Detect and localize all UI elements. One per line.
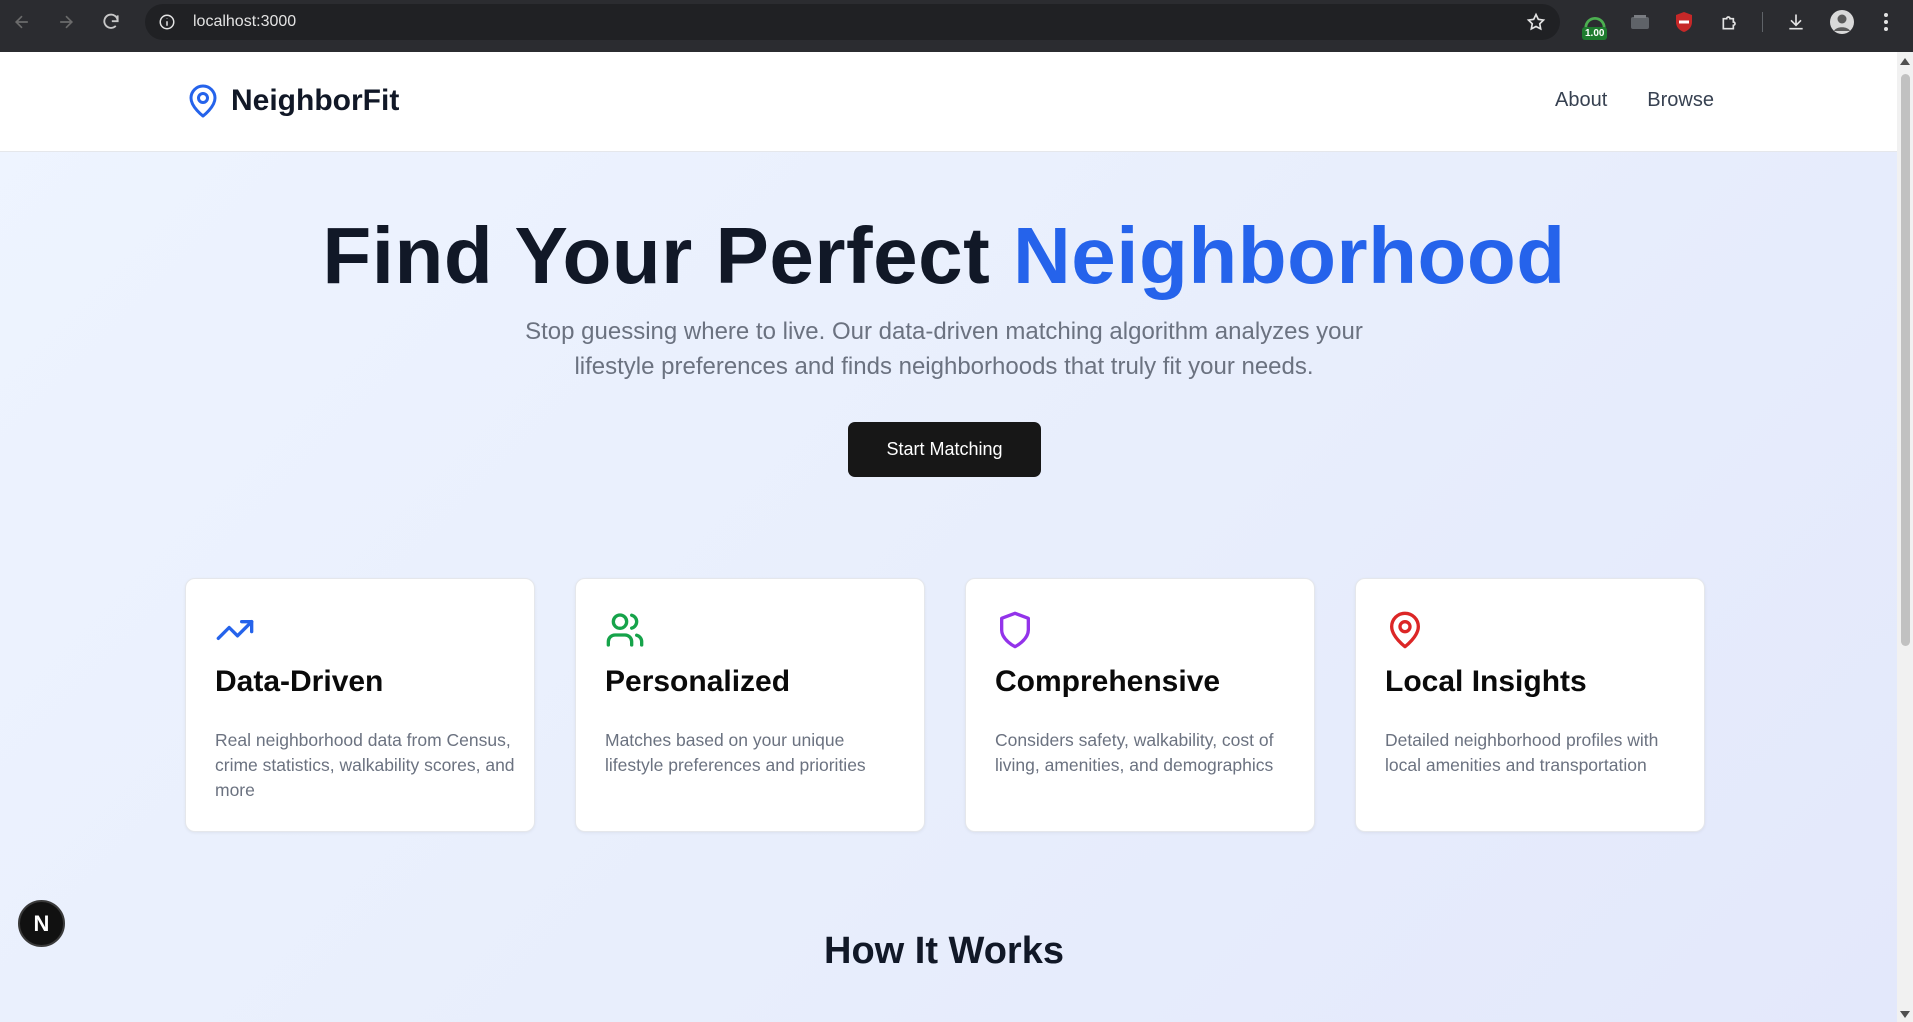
reload-icon — [103, 13, 119, 29]
nextjs-dev-tools-button[interactable]: N — [18, 900, 65, 947]
speed-extension-button[interactable]: 1.00 — [1580, 8, 1610, 40]
hero-title-accent: Neighborhood — [1013, 211, 1566, 300]
download-icon — [1789, 14, 1803, 30]
reload-button[interactable] — [89, 0, 133, 44]
browser-toolbar: localhost:3000 1.00 — [0, 0, 1913, 52]
bookmark-star-icon[interactable] — [1526, 12, 1546, 32]
main-nav: About Browse — [1555, 89, 1714, 112]
tab-extension-button[interactable] — [1628, 8, 1652, 36]
avatar-icon — [1830, 10, 1854, 34]
site-info-button[interactable] — [149, 4, 185, 40]
site-header: NeighborFit About Browse — [0, 52, 1897, 152]
kebab-menu-icon — [1884, 13, 1888, 31]
feature-title: Local Insights — [1385, 665, 1587, 698]
address-bar[interactable]: localhost:3000 — [145, 4, 1560, 40]
page-viewport: NeighborFit About Browse Find Your Perfe… — [0, 52, 1897, 1022]
puzzle-icon — [1722, 16, 1736, 30]
brand-name: NeighborFit — [231, 84, 400, 117]
feature-title: Comprehensive — [995, 665, 1221, 698]
feature-card-comprehensive: Comprehensive Considers safety, walkabil… — [965, 578, 1315, 832]
speed-badge: 1.00 — [1582, 27, 1608, 40]
scroll-down-arrow-icon[interactable] — [1900, 1011, 1910, 1018]
arrow-right-icon — [60, 15, 74, 29]
scrollbar-thumb[interactable] — [1901, 74, 1910, 646]
toolbar-divider — [1762, 12, 1763, 32]
shield-icon — [1000, 611, 1030, 649]
how-it-works-title: How It Works — [824, 930, 1064, 972]
hero-title-main: Find Your Perfect — [322, 211, 1014, 300]
feature-description: Detailed neighborhood profiles with loca… — [1385, 730, 1659, 775]
extensions-button[interactable] — [1718, 8, 1742, 36]
nav-link-about[interactable]: About — [1555, 89, 1607, 112]
url-text: localhost:3000 — [193, 13, 297, 30]
map-pin-icon — [189, 84, 217, 118]
feature-description: Matches based on your unique lifestyle p… — [605, 730, 866, 775]
arrow-left-icon — [14, 15, 28, 29]
stop-shield-icon — [1676, 12, 1692, 32]
map-pin-icon — [1390, 611, 1420, 649]
profile-avatar-button[interactable] — [1828, 8, 1856, 36]
forward-button[interactable] — [44, 0, 88, 44]
feature-card-personalized: Personalized Matches based on your uniqu… — [575, 578, 925, 832]
feature-card-data-driven: Data-Driven Real neighborhood data from … — [185, 578, 535, 832]
nav-link-browse[interactable]: Browse — [1647, 89, 1714, 112]
back-button[interactable] — [0, 0, 44, 44]
window-icon — [1631, 15, 1649, 29]
feature-title: Personalized — [605, 665, 791, 698]
hero-subtitle: Stop guessing where to live. Our data-dr… — [525, 318, 1363, 380]
browser-menu-button[interactable] — [1876, 8, 1896, 36]
feature-description: Real neighborhood data from Census, crim… — [215, 730, 515, 800]
users-icon — [606, 613, 644, 647]
feature-title: Data-Driven — [215, 665, 384, 698]
start-matching-button[interactable]: Start Matching — [848, 422, 1041, 477]
feature-card-local-insights: Local Insights Detailed neighborhood pro… — [1355, 578, 1705, 832]
info-icon — [159, 14, 175, 30]
downloads-button[interactable] — [1784, 8, 1808, 36]
brand-logo-link[interactable]: NeighborFit — [185, 81, 399, 121]
hero-title: Find Your Perfect Neighborhood — [0, 210, 1888, 302]
feature-description: Considers safety, walkability, cost of l… — [995, 730, 1274, 775]
page-scrollbar[interactable] — [1897, 52, 1913, 1022]
trending-up-icon — [216, 620, 254, 640]
adblock-extension-button[interactable] — [1672, 8, 1696, 36]
scroll-up-arrow-icon[interactable] — [1900, 58, 1910, 65]
